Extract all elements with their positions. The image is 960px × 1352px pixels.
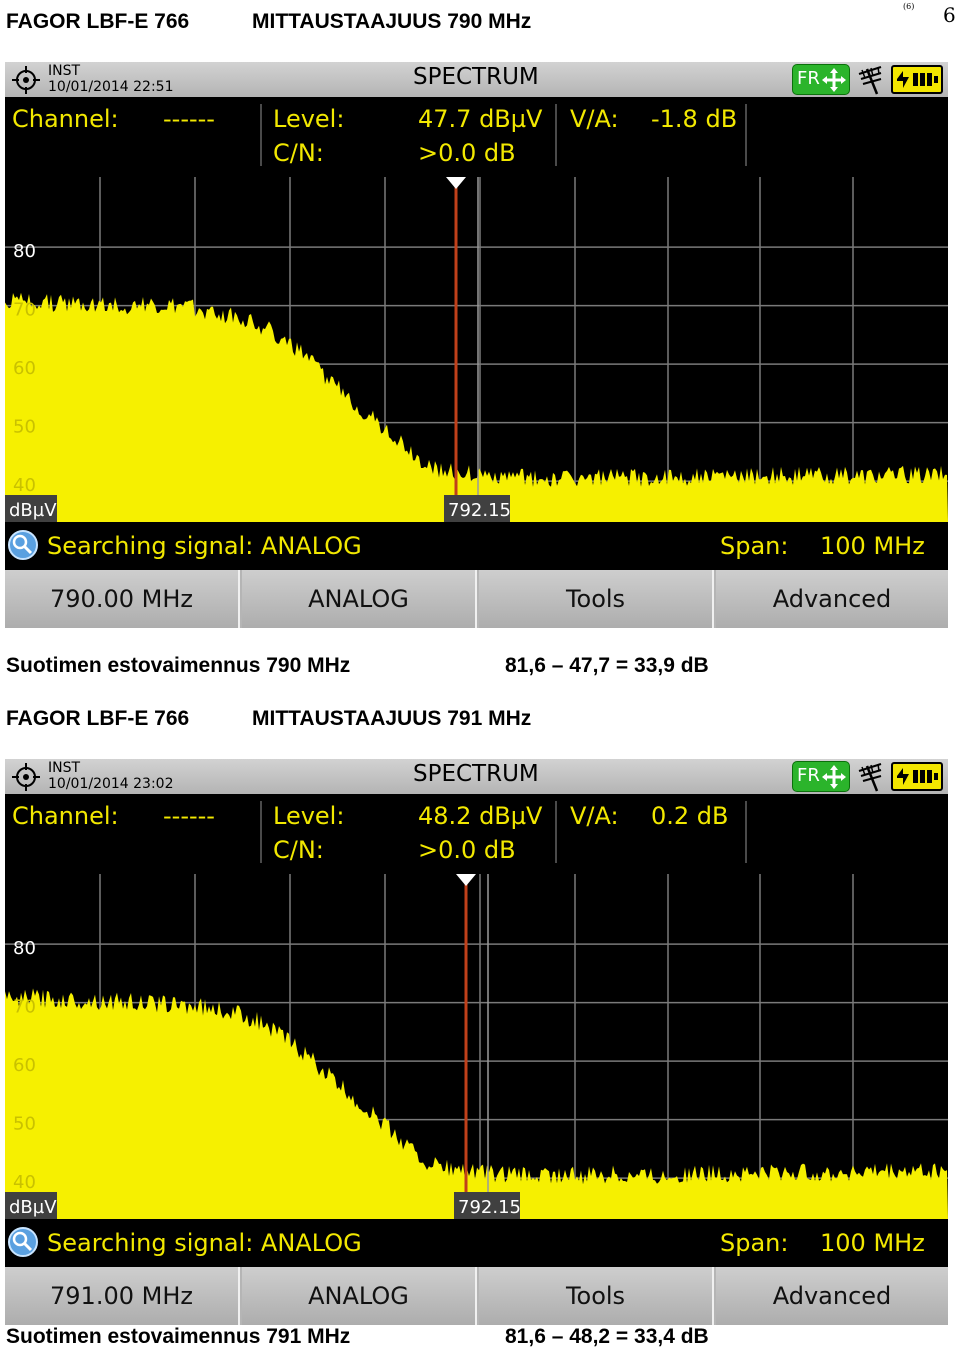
header-divider <box>555 801 557 863</box>
level-label: Level: <box>273 802 345 830</box>
y-tick-label: 60 <box>13 1055 36 1076</box>
y-tick-label: 70 <box>13 997 36 1018</box>
cn-value: >0.0 dB <box>418 139 516 167</box>
page-number: 6 <box>943 3 956 27</box>
crosshair-icon <box>12 763 40 791</box>
model-heading-1: FAGOR LBF-E 766 <box>6 10 190 33</box>
search-status: Searching signal: ANALOG <box>47 1229 362 1257</box>
status-bar: INST 10/01/2014 23:02 SPECTRUM FR <box>5 759 948 794</box>
search-icon <box>8 530 38 560</box>
tools-softkey[interactable]: Tools <box>479 1267 714 1325</box>
span-value: 100 MHz <box>820 532 925 560</box>
header-divider <box>555 104 557 166</box>
screen-title: SPECTRUM <box>413 761 539 787</box>
antenna-icon <box>858 763 882 792</box>
span-label: Span: <box>720 532 789 560</box>
page-number-small: (6) <box>903 2 915 11</box>
softkey-bar: 790.00 MHz ANALOG Tools Advanced <box>5 570 948 628</box>
search-status: Searching signal: ANALOG <box>47 532 362 560</box>
header-divider <box>260 801 262 863</box>
y-tick-label: 60 <box>13 358 36 379</box>
advanced-softkey[interactable]: Advanced <box>716 570 948 628</box>
mode-label: INST <box>48 760 81 776</box>
mode-label: INST <box>48 63 81 79</box>
va-label: V/A: <box>570 105 619 133</box>
header-divider <box>260 104 262 166</box>
datetime: 10/01/2014 23:02 <box>48 776 174 792</box>
spectrum-trace <box>5 988 948 1219</box>
va-value: -1.8 dB <box>651 105 738 133</box>
spectrum-plot[interactable]: 80 70 60 50 40 dBµV 792.15 <box>5 874 948 1219</box>
channel-label: Channel: <box>12 802 119 830</box>
fr-badge[interactable]: FR <box>792 761 850 792</box>
channel-value: ------ <box>163 802 215 830</box>
analyzer-screen-1: INST 10/01/2014 22:51 SPECTRUM FR Channe… <box>5 62 948 628</box>
marker-pointer <box>456 874 476 886</box>
battery-icon <box>891 65 943 94</box>
frequency-softkey[interactable]: 790.00 MHz <box>5 570 240 628</box>
model-heading-2: FAGOR LBF-E 766 <box>6 707 190 730</box>
crosshair-icon <box>12 66 40 94</box>
tools-softkey[interactable]: Tools <box>479 570 714 628</box>
y-tick-label: 70 <box>13 300 36 321</box>
level-value: 48.2 dBµV <box>418 802 543 830</box>
level-label: Level: <box>273 105 345 133</box>
y-axis-unit: dBµV <box>9 500 57 521</box>
caption-2: Suotimen estovaimennus 791 MHz <box>6 1325 351 1348</box>
calculation-2: 81,6 – 48,2 = 33,4 dB <box>505 1325 709 1348</box>
datetime: 10/01/2014 22:51 <box>48 79 174 95</box>
caption-1: Suotimen estovaimennus 790 MHz <box>6 654 351 677</box>
channel-label: Channel: <box>12 105 119 133</box>
header-divider <box>745 104 747 166</box>
status-bar: INST 10/01/2014 22:51 SPECTRUM FR <box>5 62 948 97</box>
fr-label: FR <box>797 765 820 786</box>
header-divider <box>745 801 747 863</box>
move-arrows-icon <box>822 765 846 789</box>
cn-label: C/N: <box>273 836 324 864</box>
advanced-softkey[interactable]: Advanced <box>716 1267 948 1325</box>
analog-softkey[interactable]: ANALOG <box>242 1267 477 1325</box>
cn-label: C/N: <box>273 139 324 167</box>
level-value: 47.7 dBµV <box>418 105 543 133</box>
move-arrows-icon <box>822 68 846 92</box>
antenna-icon <box>858 66 882 95</box>
y-tick-label: 40 <box>13 1172 36 1193</box>
span-label: Span: <box>720 1229 789 1257</box>
search-bar: Searching signal: ANALOG Span: 100 MHz <box>5 522 948 570</box>
cn-value: >0.0 dB <box>418 836 516 864</box>
frequency-heading-1: MITTAUSTAAJUUS 790 MHz <box>252 10 532 33</box>
span-value: 100 MHz <box>820 1229 925 1257</box>
y-tick-label: 50 <box>13 417 36 438</box>
screen-title: SPECTRUM <box>413 64 539 90</box>
search-bar: Searching signal: ANALOG Span: 100 MHz <box>5 1219 948 1267</box>
marker-pointer <box>446 177 466 189</box>
fr-label: FR <box>797 68 820 89</box>
y-tick-label: 80 <box>13 241 36 262</box>
y-tick-label: 80 <box>13 938 36 959</box>
y-axis-unit: dBµV <box>9 1197 57 1218</box>
y-tick-label: 40 <box>13 475 36 496</box>
softkey-bar: 791.00 MHz ANALOG Tools Advanced <box>5 1267 948 1325</box>
search-icon <box>8 1227 38 1257</box>
va-label: V/A: <box>570 802 619 830</box>
analyzer-screen-2: INST 10/01/2014 23:02 SPECTRUM FR Channe… <box>5 759 948 1325</box>
channel-value: ------ <box>163 105 215 133</box>
va-value: 0.2 dB <box>651 802 729 830</box>
analog-softkey[interactable]: ANALOG <box>242 570 477 628</box>
marker-frequency-label: 792.15 <box>448 500 511 521</box>
marker-frequency-label: 792.15 <box>458 1197 521 1218</box>
frequency-heading-2: MITTAUSTAAJUUS 791 MHz <box>252 707 532 730</box>
spectrum-trace <box>5 292 948 522</box>
battery-icon <box>891 762 943 791</box>
fr-badge[interactable]: FR <box>792 64 850 95</box>
spectrum-plot[interactable]: 80 70 60 50 40 dBµV 792.15 <box>5 177 948 522</box>
y-tick-label: 50 <box>13 1114 36 1135</box>
calculation-1: 81,6 – 47,7 = 33,9 dB <box>505 654 709 677</box>
frequency-softkey[interactable]: 791.00 MHz <box>5 1267 240 1325</box>
